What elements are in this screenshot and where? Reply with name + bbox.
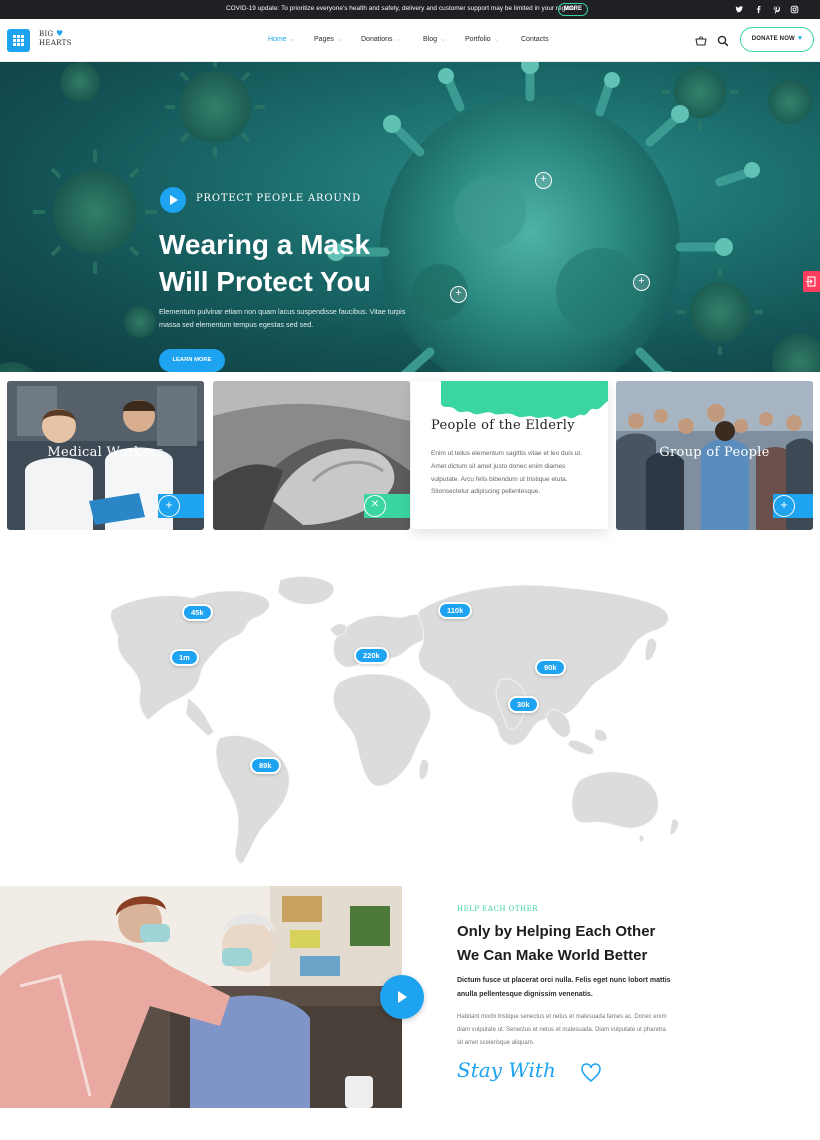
virus-illustration	[0, 62, 820, 372]
map-pin[interactable]: 45k	[182, 604, 213, 621]
card-medical-workers[interactable]: Medical Workers +	[7, 381, 204, 530]
hero-kicker: PROTECT PEOPLE AROUND	[196, 193, 361, 204]
announcement-text: COVID-19 update: To prioritize everyone'…	[226, 5, 576, 12]
hero-play-button[interactable]	[160, 187, 186, 213]
nav-label: Home	[268, 36, 287, 43]
sign-in-icon	[806, 276, 816, 287]
hero-title-line-2: Will Protect You	[159, 266, 371, 297]
map-pin[interactable]: 220k	[354, 647, 389, 664]
section-title-line-1: Only by Helping Each Other	[457, 923, 656, 940]
close-icon: ✕	[364, 495, 386, 517]
site-logo[interactable]: BIG ♥ HEARTS	[39, 29, 72, 48]
instagram-icon[interactable]	[790, 5, 799, 14]
signature-text: Stay With	[457, 1058, 556, 1082]
hero-banner: PROTECT PEOPLE AROUND Wearing a Mask Wil…	[0, 62, 820, 372]
cart-icon[interactable]	[695, 34, 707, 46]
donate-now-button[interactable]: DONATE NOW ♥	[740, 27, 814, 52]
hero-description: Elementum pulvinar etiam non quam lacus …	[159, 307, 406, 329]
nav-item-portfolio[interactable]: Portfolio ⌵	[465, 36, 498, 43]
nav-label: Portfolio	[465, 36, 491, 43]
side-panel-toggle[interactable]	[803, 271, 820, 292]
plus-icon: +	[773, 495, 795, 517]
donate-label: DONATE NOW	[751, 36, 795, 42]
section-kicker: Help Each Other	[457, 905, 539, 913]
section-title: Only by Helping Each Other We Can Make W…	[457, 920, 717, 968]
map-pin[interactable]: 89k	[250, 757, 281, 774]
site-header: BIG ♥ HEARTS Home ⌵ Pages ⌵ Donations ⌵ Blo…	[0, 19, 820, 62]
chevron-down-icon: ⌵	[290, 37, 295, 43]
heart-icon: ♥	[55, 29, 64, 38]
pinterest-icon[interactable]	[772, 5, 781, 15]
card-add-button[interactable]: +	[158, 494, 204, 518]
card-elderly-hands[interactable]: ✕	[213, 381, 410, 530]
heart-icon: ♥	[797, 35, 803, 42]
more-button[interactable]: MORE	[558, 3, 588, 16]
chevron-down-icon: ⌵	[337, 37, 342, 43]
card-label: Medical Workers	[47, 445, 164, 460]
brush-stroke-decoration	[441, 381, 608, 420]
top-announcement-bar: COVID-19 update: To prioritize everyone'…	[0, 0, 820, 19]
map-pin[interactable]: 110k	[438, 602, 473, 619]
chevron-down-icon: ⌵	[396, 37, 401, 43]
search-icon[interactable]	[717, 34, 729, 47]
plus-icon[interactable]: +	[535, 172, 552, 189]
video-play-button[interactable]	[380, 975, 424, 1019]
logo-line-1: BIG	[39, 30, 54, 38]
nav-item-home[interactable]: Home ⌵	[268, 36, 294, 43]
section-title-line-2: We Can Make World Better	[457, 947, 648, 964]
plus-icon[interactable]: +	[633, 274, 650, 291]
learn-more-button[interactable]: LEARN MORE	[159, 349, 225, 372]
twitter-icon[interactable]	[735, 5, 744, 14]
card-add-button[interactable]: +	[773, 494, 813, 518]
logo-line-2: HEARTS	[39, 39, 72, 47]
grid-menu-button[interactable]	[7, 29, 30, 52]
card-description: Enim ut tellus elementum sagittis vitae …	[431, 450, 583, 496]
section-body: Habitant morbi tristique senectus et net…	[457, 1014, 667, 1046]
hero-title-line-1: Wearing a Mask	[159, 229, 371, 260]
nav-item-pages[interactable]: Pages ⌵	[314, 36, 342, 43]
nav-label: Contacts	[521, 36, 549, 43]
nav-item-contacts[interactable]: Contacts	[521, 36, 549, 43]
facebook-icon[interactable]	[754, 5, 763, 14]
plus-icon: +	[158, 495, 180, 517]
nav-item-donations[interactable]: Donations ⌵	[361, 36, 400, 43]
world-map: 45k 1m 220k 110k 90k 30k 89k	[100, 570, 710, 870]
caregiver-illustration	[0, 886, 402, 1108]
card-close-button[interactable]: ✕	[364, 494, 410, 518]
card-title: People of the Elderly	[431, 418, 575, 433]
section-lead: Dictum fusce ut placerat orci nulla. Fel…	[457, 977, 671, 998]
map-pin[interactable]: 30k	[508, 696, 539, 713]
nav-label: Blog	[423, 36, 438, 43]
map-pin[interactable]: 1m	[170, 649, 199, 666]
plus-icon[interactable]: +	[450, 286, 467, 303]
hero-title: Wearing a Mask Will Protect You	[159, 226, 459, 300]
nav-item-blog[interactable]: Blog ⌵	[423, 36, 445, 43]
nav-label: Pages	[314, 36, 334, 43]
nav-label: Donations	[361, 36, 393, 43]
card-group-of-people[interactable]: Group of People +	[616, 381, 813, 530]
caregiver-photo	[0, 886, 402, 1108]
chevron-down-icon: ⌵	[441, 37, 445, 43]
card-label: Group of People	[659, 445, 770, 460]
map-pin[interactable]: 90k	[535, 659, 566, 676]
chevron-down-icon: ⌵	[494, 37, 499, 43]
heart-outline-icon	[581, 1063, 601, 1082]
